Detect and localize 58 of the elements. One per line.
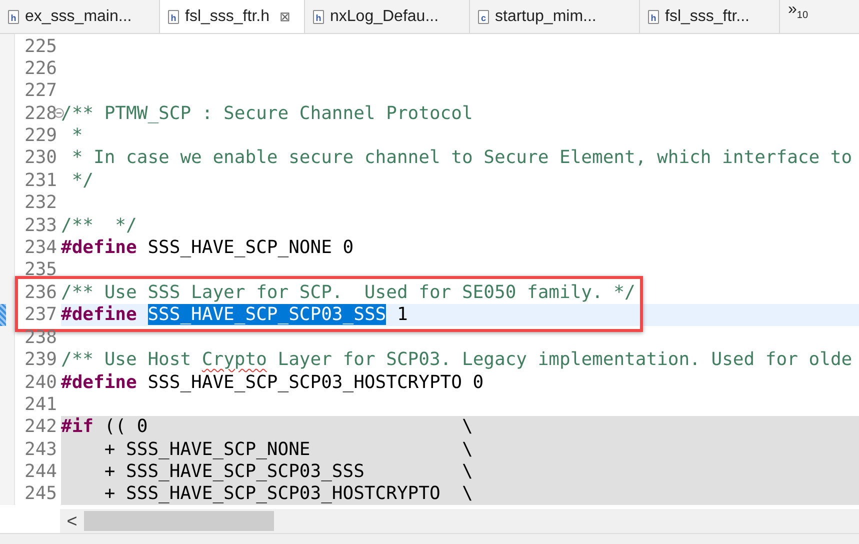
close-icon[interactable]: ⊠: [279, 9, 290, 24]
line-number: 236: [23, 282, 57, 303]
file-icon: h: [168, 10, 179, 24]
code-comment: /** Use Host: [61, 349, 192, 370]
code-comment: */: [70, 170, 94, 191]
code-text: (( 0 \: [103, 416, 473, 438]
line-number: 244: [23, 460, 57, 482]
line-number: 233: [23, 214, 57, 236]
code-comment: /** Use SSS Layer for SCP. Used for SE050 family. */: [61, 282, 636, 303]
code-keyword: #define: [61, 304, 138, 326]
file-icon: h: [648, 10, 659, 24]
line-number: 234: [23, 236, 57, 258]
code-comment: /** */: [61, 214, 137, 236]
code-text: 1: [396, 304, 408, 326]
scrollbar-thumb[interactable]: [84, 511, 274, 531]
code-text: + SSS_HAVE_SCP_SCP03_SSS \: [103, 460, 473, 482]
file-icon: c: [478, 10, 489, 24]
tab-label: startup_mim...: [495, 8, 596, 26]
line-number: 227: [23, 80, 57, 102]
line-number: 225: [23, 36, 57, 57]
code-keyword: #define: [61, 236, 137, 258]
line-number: 243: [23, 438, 57, 460]
code-comment: Layer for SCP03. Legacy implementation. Used for olde: [276, 349, 852, 370]
code-text: SSS_HAVE_SCP_SCP03_HOSTCRYPTO 0: [146, 372, 484, 393]
line-number: 242: [23, 416, 57, 438]
code-text: + SSS_HAVE_SCP_NONE \: [103, 438, 473, 460]
code-text: SSS_HAVE_SCP_NONE 0: [146, 236, 354, 258]
file-icon: h: [8, 10, 19, 24]
line-number: 245: [23, 483, 57, 504]
line-number: 226: [23, 58, 57, 80]
tab-label: ex_sss_main...: [25, 8, 132, 26]
code-comment: *: [70, 125, 83, 146]
line-number: 237: [23, 304, 57, 326]
tab-label: nxLog_Defau...: [330, 8, 439, 26]
code-comment: Crypto: [202, 349, 267, 370]
line-number: 230: [23, 147, 57, 168]
line-number: 241: [23, 394, 57, 415]
code-comment: * In case we enable secure channel to Secure Element, which interface to: [70, 147, 852, 168]
file-icon: h: [313, 10, 324, 24]
horizontal-scrollbar[interactable]: <: [60, 509, 859, 533]
code-comment: /** PTMW_SCP : Secure Channel Protocol: [61, 102, 473, 124]
tab-label: fsl_sss_ftr.h: [185, 8, 270, 26]
line-number: 240: [23, 372, 57, 393]
line-number: 235: [23, 259, 57, 280]
collapse-icon[interactable]: [54, 108, 64, 118]
line-number: 228: [23, 102, 57, 124]
editor-tab[interactable]: h fsl_sss_ftr.h ⊠: [160, 0, 305, 33]
code-keyword: #define: [61, 372, 137, 393]
line-number: 238: [23, 326, 57, 348]
line-number: 231: [23, 170, 57, 191]
line-number: 229: [23, 125, 57, 146]
code-text: + SSS_HAVE_SCP_SCP03_HOSTCRYPTO \: [103, 483, 473, 504]
selected-text: SSS_HAVE_SCP_SCP03_SSS: [148, 304, 386, 326]
tab-label: fsl_sss_ftr...: [665, 8, 750, 26]
line-number: 232: [23, 192, 57, 214]
scroll-left-button[interactable]: <: [60, 510, 84, 532]
code-keyword: #if: [61, 416, 94, 438]
line-number: 239: [23, 349, 57, 370]
